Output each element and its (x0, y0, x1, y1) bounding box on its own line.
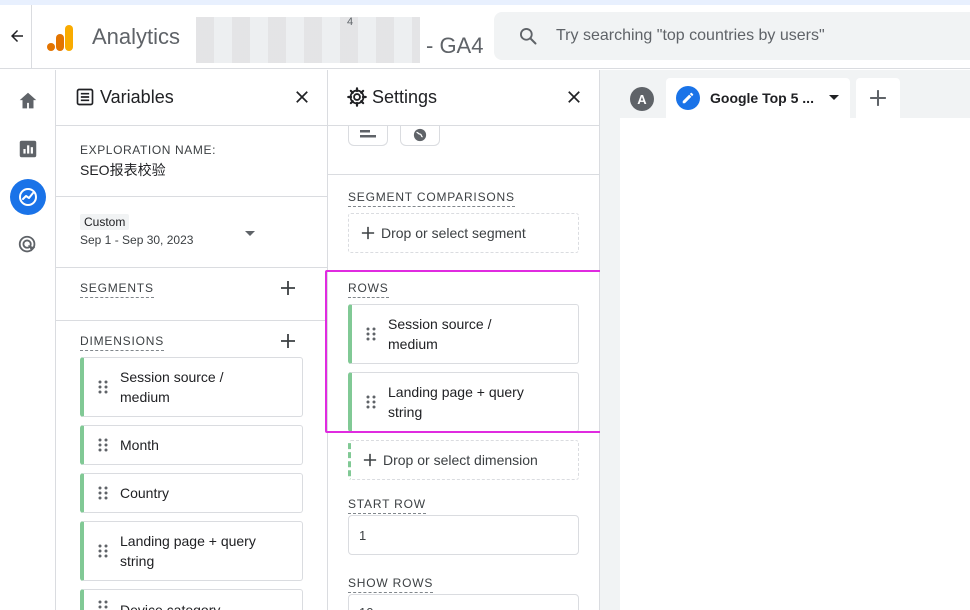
date-badge: Custom (80, 214, 130, 230)
plus-icon (870, 90, 886, 106)
add-dimension-icon[interactable] (278, 331, 298, 351)
exploration-canvas: A Google Top 5 ... (600, 70, 970, 610)
account-suffix: 4 (347, 16, 354, 28)
variables-header: Variables (56, 70, 327, 126)
drag-handle-icon[interactable] (364, 327, 378, 341)
divider (56, 267, 327, 268)
date-dropdown-icon[interactable] (244, 230, 256, 238)
row-chip-label: Session source / medium (388, 316, 492, 352)
divider (328, 174, 599, 175)
account-name-redacted[interactable] (196, 17, 420, 63)
drag-handle-icon[interactable] (96, 438, 110, 452)
drag-handle-icon[interactable] (364, 395, 378, 409)
exploration-name-value[interactable]: SEO报表校验 (80, 160, 166, 180)
divider (56, 320, 327, 321)
dimension-chip[interactable]: Session source / medium (80, 357, 303, 417)
tab-google-top-5[interactable]: Google Top 5 ... (666, 78, 850, 118)
rows-label: ROWS (348, 281, 389, 298)
settings-header: Settings (328, 70, 599, 126)
close-settings-icon[interactable] (563, 86, 585, 108)
dimension-chip-label: Landing page + query string (120, 533, 256, 569)
variables-title: Variables (100, 87, 174, 107)
drag-handle-icon[interactable] (96, 380, 110, 394)
row-chip[interactable]: Session source / medium (348, 304, 579, 364)
dimension-chip[interactable]: Landing page + query string (80, 521, 303, 581)
home-icon[interactable] (10, 83, 46, 119)
app-title: Analytics (92, 24, 181, 49)
tab-bar: A Google Top 5 ... (600, 70, 970, 120)
dimension-chip-label: Month (120, 437, 159, 453)
settings-title: Settings (372, 87, 438, 107)
show-rows-label: SHOW ROWS (348, 576, 434, 593)
pencil-icon (676, 86, 700, 110)
drag-handle-icon[interactable] (96, 600, 110, 610)
divider (328, 271, 599, 272)
canvas-body (620, 118, 970, 610)
drop-segment-target[interactable]: Drop or select segment (348, 213, 579, 253)
date-range-picker[interactable]: Custom Sep 1 - Sep 30, 2023 (80, 214, 260, 250)
segments-label: SEGMENTS (80, 281, 154, 298)
settings-gear-icon (346, 86, 368, 108)
dimension-chip[interactable]: Device category (80, 589, 303, 610)
dimension-chip-label: Country (120, 485, 170, 501)
geo-map-viz-icon[interactable] (400, 126, 440, 146)
drop-dimension-target[interactable]: Drop or select dimension (348, 440, 579, 480)
segment-comparisons-label: SEGMENT COMPARISONS (348, 190, 515, 207)
advertising-icon[interactable] (10, 227, 46, 263)
reports-icon[interactable] (10, 131, 46, 167)
avatar[interactable]: A (630, 87, 654, 111)
settings-panel: Settings SEGMENT COMPARISONS Drop or sel… (328, 70, 600, 610)
add-tab-button[interactable] (856, 78, 900, 118)
drop-segment-text: Drop or select segment (381, 225, 526, 241)
app-header: Analytics 4 - GA4 Try searching "top cou… (0, 5, 970, 69)
header-divider (31, 5, 32, 69)
dimension-chip[interactable]: Country (80, 473, 303, 513)
search-bar[interactable]: Try searching "top countries by users" (494, 12, 970, 60)
search-placeholder: Try searching "top countries by users" (556, 27, 825, 44)
dimensions-label: DIMENSIONS (80, 334, 165, 351)
start-row-input[interactable]: 1 (348, 515, 579, 555)
add-segment-icon[interactable] (278, 278, 298, 298)
divider (56, 196, 327, 197)
drag-handle-icon[interactable] (96, 486, 110, 500)
property-name[interactable]: - GA4 (426, 33, 483, 59)
drag-handle-icon[interactable] (96, 544, 110, 558)
show-rows-input[interactable]: 10 (348, 594, 579, 610)
tab-label: Google Top 5 ... (710, 90, 814, 106)
row-chip[interactable]: Landing page + query string (348, 372, 579, 432)
analytics-logo-icon[interactable] (46, 23, 76, 53)
dimension-chip-label: Device category (120, 602, 221, 610)
chevron-down-icon[interactable] (828, 94, 840, 102)
variables-panel: Variables EXPLORATION NAME: SEO报表校验 Cust… (56, 70, 328, 610)
explore-icon[interactable] (10, 179, 46, 215)
drop-dimension-text: Drop or select dimension (383, 452, 538, 468)
exploration-name-label: EXPLORATION NAME: (80, 143, 217, 157)
dimension-chip-label: Session source / medium (120, 369, 224, 405)
dimension-chip[interactable]: Month (80, 425, 303, 465)
search-icon (516, 24, 540, 48)
start-row-label: START ROW (348, 497, 426, 514)
variables-list-icon (74, 86, 96, 108)
plus-icon (363, 453, 377, 467)
row-chip-label: Landing page + query string (388, 384, 524, 420)
date-range-text: Sep 1 - Sep 30, 2023 (80, 233, 194, 247)
bar-chart-viz-icon[interactable] (348, 126, 388, 146)
close-variables-icon[interactable] (291, 86, 313, 108)
nav-rail (0, 70, 56, 610)
back-arrow-icon[interactable] (4, 23, 30, 49)
plus-icon (361, 226, 375, 240)
